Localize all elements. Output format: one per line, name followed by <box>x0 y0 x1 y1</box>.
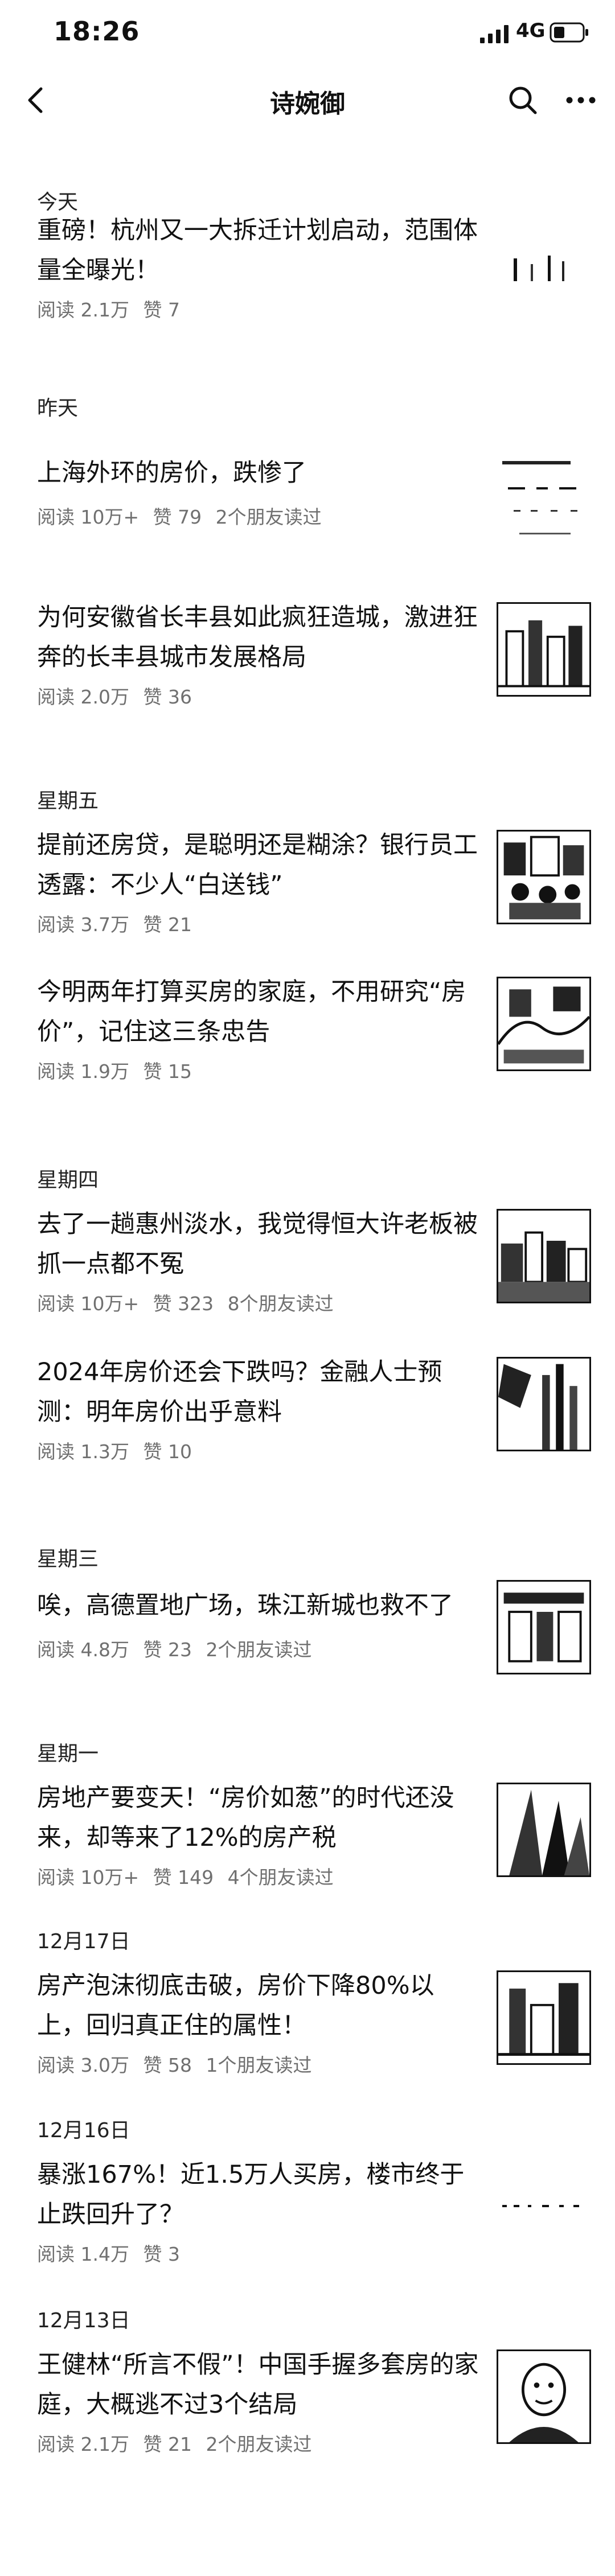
like-count: 赞 79 <box>153 506 202 528</box>
article-meta: 阅读 3.7万 赞 21 <box>37 910 200 937</box>
read-count: 阅读 3.0万 <box>37 2054 129 2076</box>
article-title[interactable]: 房地产要变天！“房价如葱”的时代还没来，却等来了12%的房产税 <box>37 1778 481 1858</box>
article-meta: 阅读 1.3万 赞 10 <box>37 1437 200 1464</box>
article-meta: 阅读 1.9万 赞 15 <box>37 1056 200 1084</box>
like-count: 赞 3 <box>143 2243 180 2265</box>
like-count: 赞 23 <box>143 1639 192 1661</box>
article-thumbnail[interactable] <box>497 2159 591 2254</box>
friends-read: 1个朋友读过 <box>206 2054 312 2076</box>
read-count: 阅读 1.4万 <box>37 2243 129 2265</box>
like-count: 赞 149 <box>153 1866 214 1888</box>
like-count: 赞 21 <box>143 2433 192 2455</box>
read-count: 阅读 3.7万 <box>37 913 129 936</box>
article-meta: 阅读 2.1万 赞 21 2个朋友读过 <box>37 2429 319 2456</box>
article-title[interactable]: 今明两年打算买房的家庭，不用研究“房价”，记住这三条忠告 <box>37 972 481 1052</box>
status-bar: 18:26 4G <box>0 0 615 63</box>
more-icon[interactable] <box>564 85 598 115</box>
section-date: 昨天 <box>37 397 79 420</box>
article-thumbnail[interactable] <box>497 1580 591 1674</box>
like-count: 赞 58 <box>143 2054 192 2076</box>
article-thumbnail[interactable] <box>497 602 591 697</box>
read-count: 阅读 1.9万 <box>37 1060 129 1083</box>
article-thumbnail[interactable] <box>497 453 591 548</box>
article-thumbnail[interactable] <box>497 977 591 1071</box>
article-thumbnail[interactable] <box>497 2349 591 2444</box>
article-meta: 阅读 4.8万 赞 23 2个朋友读过 <box>37 1635 319 1662</box>
article-title[interactable]: 提前还房贷，是聪明还是糊涂？银行员工透露：不少人“白送钱” <box>37 825 481 905</box>
article-title[interactable]: 2024年房价还会下跌吗？金融人士预测：明年房价出乎意料 <box>37 1352 481 1432</box>
article-meta: 阅读 3.0万 赞 58 1个朋友读过 <box>37 2050 319 2077</box>
read-count: 阅读 10万+ <box>37 1866 140 1888</box>
section-date: 星期四 <box>37 1168 99 1192</box>
friends-read: 2个朋友读过 <box>215 506 322 528</box>
like-count: 赞 21 <box>143 913 192 936</box>
like-count: 赞 10 <box>143 1441 192 1463</box>
read-count: 阅读 10万+ <box>37 506 140 528</box>
section-date: 12月16日 <box>37 2119 130 2142</box>
article-title[interactable]: 暴涨167%！近1.5万人买房，楼市终于止跌回升了？ <box>37 2155 481 2235</box>
status-time: 18:26 <box>54 16 140 47</box>
friends-read: 8个朋友读过 <box>227 1293 334 1315</box>
section-date: 12月13日 <box>37 2309 130 2332</box>
section-date: 星期一 <box>37 1742 99 1766</box>
battery-icon <box>550 22 588 43</box>
article-title[interactable]: 上海外环的房价，跌惨了 <box>37 453 481 493</box>
article-meta: 阅读 2.0万 赞 36 <box>37 682 200 709</box>
section-date: 星期三 <box>37 1548 99 1571</box>
article-title[interactable]: 房产泡沫彻底击破，房价下降80%以上，回归真正住的属性！ <box>37 1966 481 2046</box>
article-thumbnail[interactable] <box>497 224 591 319</box>
network-label: 4G <box>516 19 546 42</box>
article-meta: 阅读 10万+ 赞 323 8个朋友读过 <box>37 1289 342 1316</box>
read-count: 阅读 2.1万 <box>37 2433 129 2455</box>
like-count: 赞 7 <box>143 299 180 321</box>
article-title[interactable]: 王健林“所言不假”！中国手握多套房的家庭，大概逃不过3个结局 <box>37 2345 481 2425</box>
article-thumbnail[interactable] <box>497 830 591 924</box>
article-meta: 阅读 1.4万 赞 3 <box>37 2239 188 2266</box>
friends-read: 2个朋友读过 <box>206 1639 312 1661</box>
nav-bar: 诗婉御 <box>0 63 615 137</box>
article-meta: 阅读 10万+ 赞 79 2个朋友读过 <box>37 502 330 529</box>
article-title[interactable]: 去了一趟惠州淡水，我觉得恒大许老板被抓一点都不冤 <box>37 1204 481 1284</box>
search-icon[interactable] <box>507 84 539 116</box>
article-title[interactable]: 重磅！杭州又一大拆迁计划启动，范围体量全曝光！ <box>37 211 481 290</box>
article-meta: 阅读 10万+ 赞 149 4个朋友读过 <box>37 1862 342 1890</box>
article-thumbnail[interactable] <box>497 1970 591 2065</box>
article-thumbnail[interactable] <box>497 1783 591 1877</box>
friends-read: 4个朋友读过 <box>227 1866 334 1888</box>
signal-icon <box>480 25 509 43</box>
read-count: 阅读 2.0万 <box>37 686 129 708</box>
read-count: 阅读 4.8万 <box>37 1639 129 1661</box>
friends-read: 2个朋友读过 <box>206 2433 312 2455</box>
article-thumbnail[interactable] <box>497 1209 591 1303</box>
article-title[interactable]: 为何安徽省长丰县如此疯狂造城，激进狂奔的长丰县城市发展格局 <box>37 598 481 677</box>
like-count: 赞 36 <box>143 686 192 708</box>
like-count: 赞 323 <box>153 1293 214 1315</box>
article-thumbnail[interactable] <box>497 1357 591 1451</box>
section-date: 星期五 <box>37 789 99 813</box>
section-date: 12月17日 <box>37 1930 130 1953</box>
article-title[interactable]: 唉，高德置地广场，珠江新城也救不了 <box>37 1586 481 1626</box>
article-meta: 阅读 2.1万 赞 7 <box>37 295 188 322</box>
read-count: 阅读 1.3万 <box>37 1441 129 1463</box>
like-count: 赞 15 <box>143 1060 192 1083</box>
read-count: 阅读 10万+ <box>37 1293 140 1315</box>
read-count: 阅读 2.1万 <box>37 299 129 321</box>
